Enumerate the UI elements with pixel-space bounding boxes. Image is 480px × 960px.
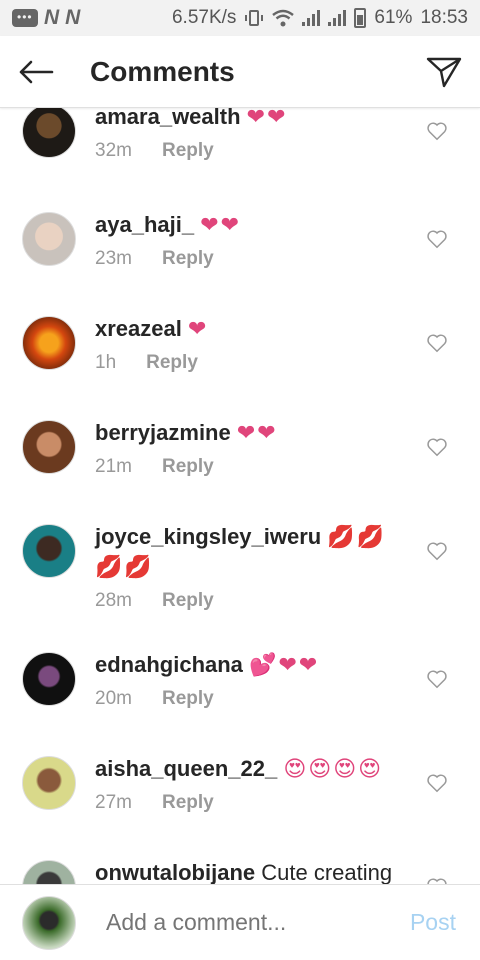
comment-emoji: 😍😍😍😍 xyxy=(283,756,384,781)
comment-time: 21m xyxy=(95,456,132,477)
comment-time: 32m xyxy=(95,140,132,161)
page-title: Comments xyxy=(90,55,235,87)
comment-username[interactable]: aya_haji_ xyxy=(95,212,194,237)
comment-emoji: ❤❤ xyxy=(246,108,288,129)
like-heart-icon[interactable] xyxy=(426,332,448,354)
comment-username[interactable]: amara_wealth xyxy=(95,108,241,129)
reply-button[interactable]: Reply xyxy=(146,352,198,374)
comment-emoji: 💕❤❤ xyxy=(249,652,320,677)
like-heart-icon[interactable] xyxy=(426,228,448,250)
comment-username[interactable]: xreazeal xyxy=(95,316,182,341)
comment-emoji: ❤❤ xyxy=(236,420,278,445)
avatar[interactable] xyxy=(22,652,76,706)
comment-emoji: ❤❤ xyxy=(200,212,242,237)
avatar[interactable] xyxy=(22,108,76,158)
network-speed: 6.57K/s xyxy=(171,7,237,28)
like-heart-icon[interactable] xyxy=(426,772,448,794)
reply-button[interactable]: Reply xyxy=(162,456,214,478)
post-button[interactable]: Post xyxy=(410,909,456,936)
like-heart-icon[interactable] xyxy=(426,540,448,562)
reply-button[interactable]: Reply xyxy=(162,140,214,162)
avatar[interactable] xyxy=(22,316,76,370)
comment-username[interactable]: aisha_queen_22_ xyxy=(95,756,277,781)
comment-username[interactable]: joyce_kingsley_iweru xyxy=(95,524,321,549)
status-bar: N N 6.57K/s 61% 18:53 xyxy=(0,0,480,36)
reply-button[interactable]: Reply xyxy=(162,688,214,710)
avatar[interactable] xyxy=(22,420,76,474)
comment-emoji: ❤ xyxy=(187,316,209,341)
like-heart-icon[interactable] xyxy=(426,876,448,884)
comment-time: 27m xyxy=(95,792,132,813)
like-heart-icon[interactable] xyxy=(426,668,448,690)
wifi-icon xyxy=(272,9,295,27)
avatar[interactable] xyxy=(22,860,76,884)
comment-time: 20m xyxy=(95,688,132,709)
header-bar: Comments xyxy=(0,36,480,108)
vibrate-icon xyxy=(245,10,264,26)
comment-username[interactable]: onwutalobijane xyxy=(95,860,255,884)
signal-icon-2 xyxy=(328,10,347,26)
comment-text: Cute creating xyxy=(261,860,393,884)
reply-button[interactable]: Reply xyxy=(162,590,214,612)
clock: 18:53 xyxy=(420,7,468,28)
comment-time: 23m xyxy=(95,248,132,269)
back-button[interactable] xyxy=(0,36,72,108)
comment-composer: Post xyxy=(0,884,480,960)
comment-time: 1h xyxy=(95,352,117,373)
back-arrow-icon xyxy=(19,60,54,83)
reply-button[interactable]: Reply xyxy=(162,248,214,270)
comment-input[interactable] xyxy=(106,909,386,936)
my-avatar xyxy=(22,895,76,950)
send-direct-button[interactable] xyxy=(408,36,480,108)
signal-icon xyxy=(302,10,321,26)
n-notification-icon-2: N xyxy=(65,6,81,29)
reply-button[interactable]: Reply xyxy=(162,792,214,814)
avatar[interactable] xyxy=(22,756,76,810)
send-icon xyxy=(426,57,462,87)
like-heart-icon[interactable] xyxy=(426,436,448,458)
like-heart-icon[interactable] xyxy=(426,120,448,142)
n-notification-icon: N xyxy=(44,6,60,29)
comments-list[interactable]: amara_wealth ❤❤ 32m Reply aya_haji_ ❤❤ 23… xyxy=(0,108,480,884)
comment-time: 28m xyxy=(95,590,132,611)
comment-username[interactable]: berryjazmine xyxy=(95,420,231,445)
comment-username[interactable]: ednahgichana xyxy=(95,652,243,677)
battery-percent: 61% xyxy=(374,7,413,28)
avatar[interactable] xyxy=(22,212,76,266)
avatar[interactable] xyxy=(22,524,76,578)
battery-icon xyxy=(354,8,367,28)
message-notification-icon xyxy=(12,9,38,27)
